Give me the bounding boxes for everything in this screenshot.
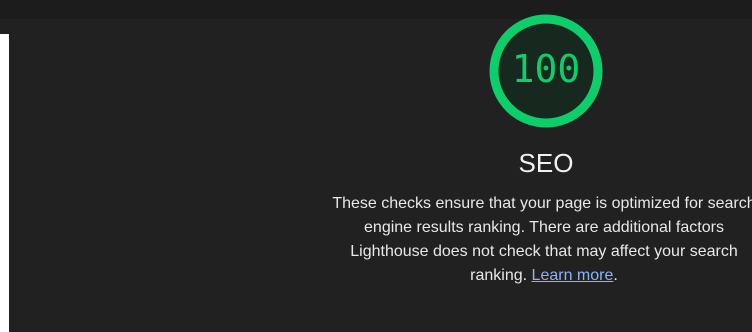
top-toolbar-strip xyxy=(0,0,752,19)
left-panel-edge xyxy=(0,34,9,332)
description-period: . xyxy=(613,267,618,284)
category-title: SEO xyxy=(518,148,574,178)
category-description: These checks ensure that your page is op… xyxy=(332,192,752,288)
score-value: 100 xyxy=(511,47,581,91)
left-panel-gap xyxy=(0,19,9,34)
learn-more-link[interactable]: Learn more xyxy=(532,267,614,284)
